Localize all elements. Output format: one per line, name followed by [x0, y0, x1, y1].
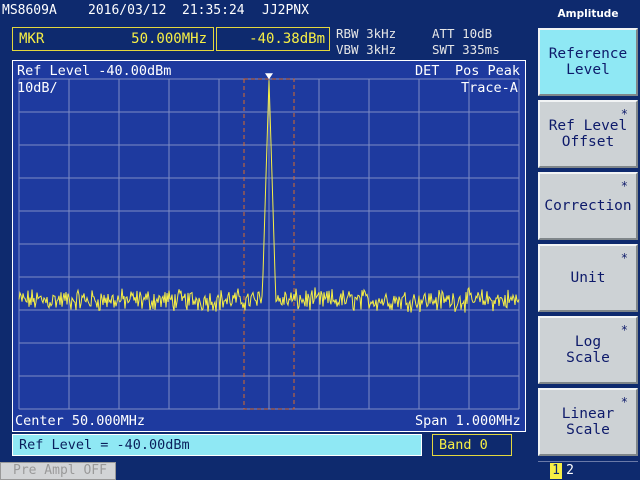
user-label: JJ2PNX [262, 3, 309, 18]
trace-label: Trace-A [461, 80, 518, 96]
softkey-unit[interactable]: * Unit [538, 244, 638, 312]
softkey-label: Correction [544, 198, 632, 214]
rbw-value: RBW 3kHz [336, 26, 397, 41]
softkey-star: * [620, 107, 628, 121]
page-2-indicator[interactable]: 2 [564, 463, 576, 479]
center-frequency-label: Center 50.000MHz [15, 413, 146, 429]
softkey-label: Reference Level [548, 46, 628, 78]
instrument-model: MS8609A [2, 3, 57, 18]
softkey-star: * [620, 251, 628, 265]
softkey-star: * [620, 323, 628, 337]
softkey-page-indicator[interactable]: 1 2 [538, 461, 638, 480]
marker-triangle-icon [265, 73, 273, 80]
marker-level: -40.38dBm [249, 31, 325, 47]
page-1-indicator[interactable]: 1 [550, 463, 562, 479]
softkey-correction[interactable]: * Correction [538, 172, 638, 240]
entry-field[interactable]: Ref Level = -40.00dBm [12, 434, 422, 456]
softkey-linear-scale[interactable]: * Linear Scale [538, 388, 638, 456]
spectrum-display[interactable]: Ref Level -40.00dBm 10dB/ DET Pos Peak T… [12, 60, 526, 432]
softkey-label: Unit [570, 270, 606, 286]
softkey-ref-level-offset[interactable]: * Ref Level Offset [538, 100, 638, 168]
softkey-star: * [620, 395, 628, 409]
detector-label: DET [415, 63, 440, 79]
pre-ampl-status: Pre Ampl OFF [0, 462, 116, 480]
scale-label: 10dB/ [17, 80, 58, 96]
span-label: Span 1.000MHz [415, 413, 521, 429]
att-value: ATT 10dB [432, 26, 493, 41]
softkey-label: Ref Level Offset [548, 118, 628, 150]
swt-value: SWT 335ms [432, 42, 500, 57]
detector-mode: Pos Peak [455, 63, 521, 79]
status-strip [116, 462, 536, 480]
band-indicator: Band 0 [432, 434, 512, 456]
softkey-reference-level[interactable]: Reference Level [538, 28, 638, 96]
time-display: 21:35:24 [182, 3, 245, 18]
title-bar: MS8609A 2016/03/12 21:35:24 JJ2PNX [0, 0, 536, 22]
softkey-star: * [620, 179, 628, 193]
marker-level-box: -40.38dBm [216, 27, 330, 51]
softkey-label: Linear Scale [561, 406, 615, 438]
marker-frequency: 50.000MHz [131, 31, 207, 47]
spectrum-graph [18, 73, 520, 410]
date-display: 2016/03/12 [88, 3, 167, 18]
ref-level-label: Ref Level -40.00dBm [17, 63, 172, 79]
vbw-value: VBW 3kHz [336, 42, 397, 57]
softkey-label: Log Scale [566, 334, 610, 366]
softkey-log-scale[interactable]: * Log Scale [538, 316, 638, 384]
softkey-menu-title: Amplitude [557, 8, 619, 20]
marker-frequency-box: MKR 50.000MHz [12, 27, 214, 51]
marker-label: MKR [19, 31, 45, 47]
